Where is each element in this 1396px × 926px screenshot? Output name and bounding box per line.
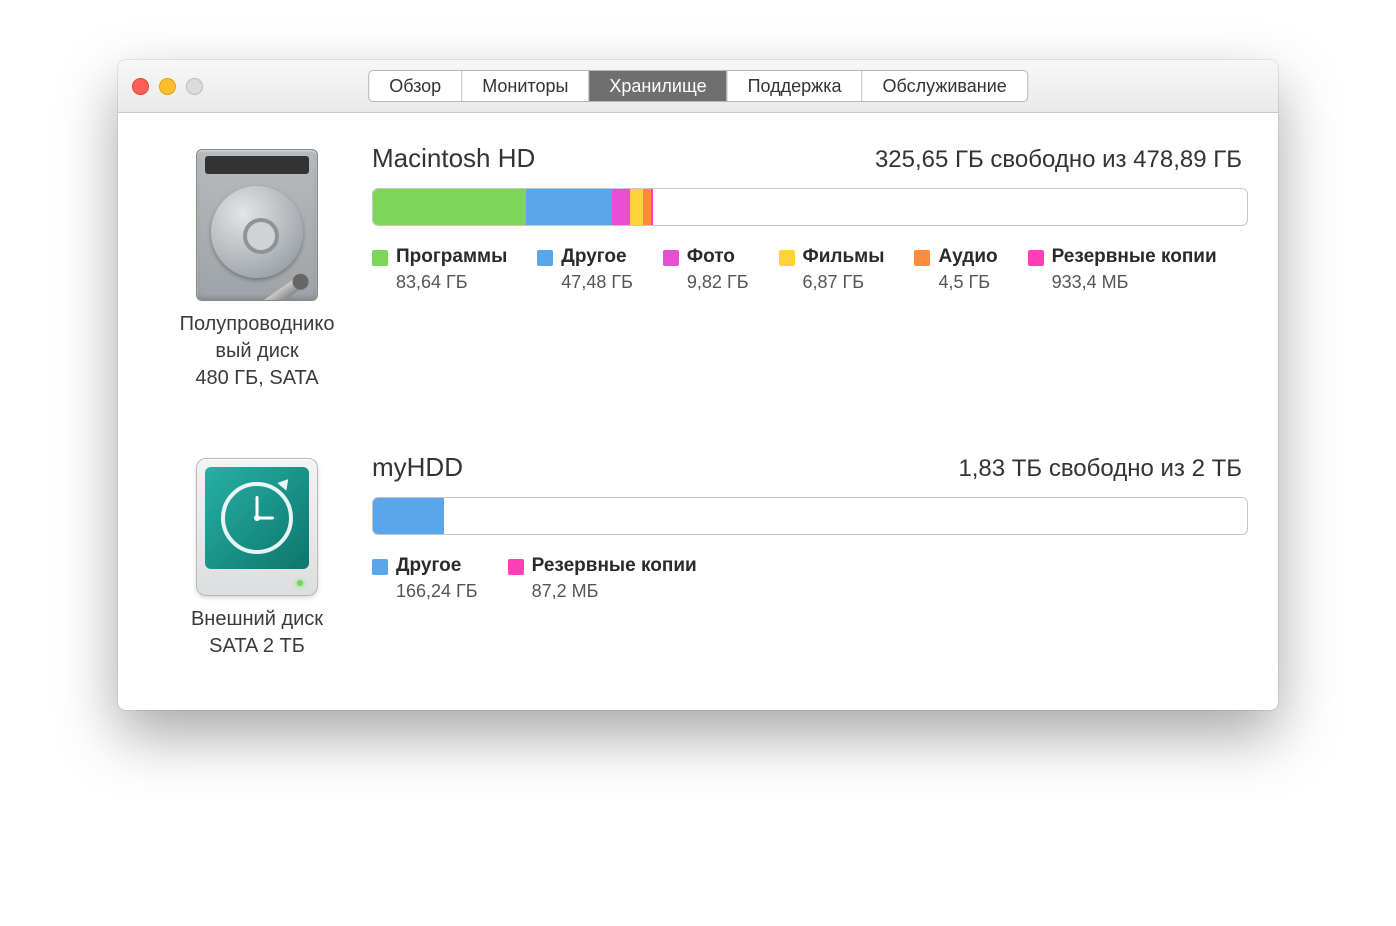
legend-item-photos: Фото 9,82 ГБ: [663, 246, 749, 293]
legend-item-backups: Резервные копии 933,4 МБ: [1028, 246, 1217, 293]
window-controls: [132, 78, 203, 95]
legend-label: Другое: [396, 555, 478, 577]
legend-item-backups: Резервные копии 87,2 МБ: [508, 555, 697, 602]
bar-segment-other: [526, 189, 613, 225]
legend-label: Аудио: [938, 246, 997, 268]
disk-icon-column: Полупроводниковый диск480 ГБ, SATA: [142, 143, 372, 392]
legend-label: Резервные копии: [1052, 246, 1217, 268]
legend: Программы 83,64 ГБ Другое 47,48 ГБ Фото 9,82 …: [372, 246, 1248, 293]
disk-row: Полупроводниковый диск480 ГБ, SATAMacint…: [142, 143, 1248, 392]
legend-value: 166,24 ГБ: [396, 581, 478, 602]
about-this-mac-window: ОбзорМониторыХранилищеПоддержкаОбслужива…: [118, 60, 1278, 710]
legend-swatch: [537, 250, 553, 266]
legend-item-movies: Фильмы 6,87 ГБ: [779, 246, 885, 293]
bar-segment-photos: [612, 189, 630, 225]
bar-segment-movies: [630, 189, 642, 225]
legend-swatch: [508, 559, 524, 575]
bar-segment-other: [373, 498, 444, 534]
storage-content: Полупроводниковый диск480 ГБ, SATAMacint…: [118, 113, 1278, 710]
disk-type-label: Внешний дискSATA 2 ТБ: [142, 606, 372, 660]
legend-value: 47,48 ГБ: [561, 272, 633, 293]
legend-item-other: Другое 166,24 ГБ: [372, 555, 478, 602]
legend-label: Программы: [396, 246, 507, 268]
legend-value: 87,2 МБ: [532, 581, 697, 602]
titlebar: ОбзорМониторыХранилищеПоддержкаОбслужива…: [118, 60, 1278, 113]
legend-label: Фото: [687, 246, 749, 268]
disk-free-text: 325,65 ГБ свободно из 478,89 ГБ: [875, 146, 1242, 174]
legend-label: Другое: [561, 246, 633, 268]
legend-swatch: [372, 250, 388, 266]
tab-2[interactable]: Хранилище: [589, 71, 727, 101]
tab-3[interactable]: Поддержка: [728, 71, 863, 101]
external-drive-icon: [196, 458, 318, 596]
zoom-icon: [186, 78, 203, 95]
legend-value: 6,87 ГБ: [803, 272, 885, 293]
legend-label: Фильмы: [803, 246, 885, 268]
minimize-icon[interactable]: [159, 78, 176, 95]
tab-bar: ОбзорМониторыХранилищеПоддержкаОбслужива…: [368, 70, 1028, 102]
legend-swatch: [779, 250, 795, 266]
disk-name: Macintosh HD: [372, 143, 535, 174]
legend-value: 9,82 ГБ: [687, 272, 749, 293]
legend-swatch: [914, 250, 930, 266]
bar-segment-audio: [643, 189, 651, 225]
disk-name: myHDD: [372, 452, 463, 483]
disk-icon-column: Внешний дискSATA 2 ТБ: [142, 452, 372, 660]
tab-1[interactable]: Мониторы: [462, 71, 589, 101]
legend-value: 83,64 ГБ: [396, 272, 507, 293]
legend-item-apps: Программы 83,64 ГБ: [372, 246, 507, 293]
legend-item-other: Другое 47,48 ГБ: [537, 246, 633, 293]
legend-swatch: [372, 559, 388, 575]
legend: Другое 166,24 ГБ Резервные копии 87,2 МБ: [372, 555, 1248, 602]
internal-drive-icon: [196, 149, 318, 301]
legend-value: 933,4 МБ: [1052, 272, 1217, 293]
disk-free-text: 1,83 ТБ свободно из 2 ТБ: [958, 455, 1242, 483]
bar-segment-apps: [373, 189, 526, 225]
disk-info: myHDD 1,83 ТБ свободно из 2 ТБ Другое 166,2…: [372, 452, 1248, 602]
storage-bar: [372, 497, 1248, 535]
legend-value: 4,5 ГБ: [938, 272, 997, 293]
legend-label: Резервные копии: [532, 555, 697, 577]
tab-0[interactable]: Обзор: [369, 71, 462, 101]
tab-4[interactable]: Обслуживание: [863, 71, 1027, 101]
close-icon[interactable]: [132, 78, 149, 95]
disk-row: Внешний дискSATA 2 ТБ myHDD 1,83 ТБ свобод…: [142, 452, 1248, 660]
disk-info: Macintosh HD 325,65 ГБ свободно из 478,89…: [372, 143, 1248, 293]
bar-segment-backups: [651, 189, 653, 225]
disk-type-label: Полупроводниковый диск480 ГБ, SATA: [142, 311, 372, 392]
storage-bar: [372, 188, 1248, 226]
legend-swatch: [663, 250, 679, 266]
legend-item-audio: Аудио 4,5 ГБ: [914, 246, 997, 293]
legend-swatch: [1028, 250, 1044, 266]
